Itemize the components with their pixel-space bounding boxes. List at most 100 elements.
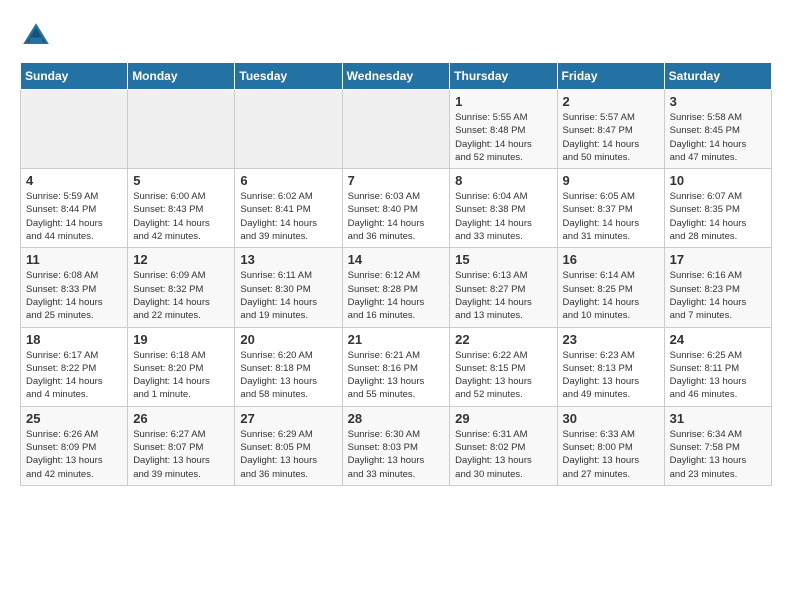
day-number: 2: [563, 94, 659, 109]
calendar-cell: 8 Sunrise: 6:04 AM Sunset: 8:38 PM Daylig…: [450, 169, 557, 248]
calendar-cell: 31Sunrise: 6:34 AM Sunset: 7:58 PM Dayli…: [664, 406, 771, 485]
day-number: 25: [26, 411, 122, 426]
day-number: 22: [455, 332, 551, 347]
calendar-cell: 11Sunrise: 6:08 AM Sunset: 8:33 PM Dayli…: [21, 248, 128, 327]
day-info: Sunrise: 6:18 AM Sunset: 8:20 PM Dayligh…: [133, 349, 229, 402]
day-number: 24: [670, 332, 766, 347]
day-number: 10: [670, 173, 766, 188]
day-number: 3: [670, 94, 766, 109]
day-info: Sunrise: 6:20 AM Sunset: 8:18 PM Dayligh…: [240, 349, 336, 402]
day-number: 17: [670, 252, 766, 267]
day-number: 28: [348, 411, 445, 426]
day-number: 9: [563, 173, 659, 188]
day-info: Sunrise: 5:58 AM Sunset: 8:45 PM Dayligh…: [670, 111, 766, 164]
weekday-header-tuesday: Tuesday: [235, 63, 342, 90]
day-number: 12: [133, 252, 229, 267]
calendar-cell: 16 Sunrise: 6:14 AM Sunset: 8:25 PM Dayli…: [557, 248, 664, 327]
day-info: Sunrise: 6:31 AM Sunset: 8:02 PM Dayligh…: [455, 428, 551, 481]
day-number: 30: [563, 411, 659, 426]
day-number: 27: [240, 411, 336, 426]
day-number: 16: [563, 252, 659, 267]
calendar-week-3: 11Sunrise: 6:08 AM Sunset: 8:33 PM Dayli…: [21, 248, 772, 327]
calendar-cell: 24 Sunrise: 6:25 AM Sunset: 8:11 PM Dayli…: [664, 327, 771, 406]
day-number: 6: [240, 173, 336, 188]
day-info: Sunrise: 6:34 AM Sunset: 7:58 PM Dayligh…: [670, 428, 766, 481]
calendar-cell: 5 Sunrise: 6:00 AM Sunset: 8:43 PM Daylig…: [128, 169, 235, 248]
day-info: Sunrise: 6:12 AM Sunset: 8:28 PM Dayligh…: [348, 269, 445, 322]
calendar-cell: 7Sunrise: 6:03 AM Sunset: 8:40 PM Daylig…: [342, 169, 450, 248]
weekday-header-wednesday: Wednesday: [342, 63, 450, 90]
day-info: Sunrise: 6:21 AM Sunset: 8:16 PM Dayligh…: [348, 349, 445, 402]
calendar-cell: 22 Sunrise: 6:22 AM Sunset: 8:15 PM Dayli…: [450, 327, 557, 406]
day-info: Sunrise: 6:16 AM Sunset: 8:23 PM Dayligh…: [670, 269, 766, 322]
calendar-week-2: 4 Sunrise: 5:59 AM Sunset: 8:44 PM Daylig…: [21, 169, 772, 248]
day-info: Sunrise: 6:11 AM Sunset: 8:30 PM Dayligh…: [240, 269, 336, 322]
weekday-header-monday: Monday: [128, 63, 235, 90]
calendar-cell: 2Sunrise: 5:57 AM Sunset: 8:47 PM Daylig…: [557, 90, 664, 169]
calendar-cell: 25 Sunrise: 6:26 AM Sunset: 8:09 PM Dayli…: [21, 406, 128, 485]
calendar-cell: 12Sunrise: 6:09 AM Sunset: 8:32 PM Dayli…: [128, 248, 235, 327]
calendar-cell: 10 Sunrise: 6:07 AM Sunset: 8:35 PM Dayli…: [664, 169, 771, 248]
day-info: Sunrise: 6:25 AM Sunset: 8:11 PM Dayligh…: [670, 349, 766, 402]
weekday-header-row: SundayMondayTuesdayWednesdayThursdayFrid…: [21, 63, 772, 90]
calendar-cell: [21, 90, 128, 169]
logo: [20, 20, 58, 52]
day-number: 8: [455, 173, 551, 188]
calendar-cell: 17 Sunrise: 6:16 AM Sunset: 8:23 PM Dayli…: [664, 248, 771, 327]
day-number: 7: [348, 173, 445, 188]
day-info: Sunrise: 5:55 AM Sunset: 8:48 PM Dayligh…: [455, 111, 551, 164]
day-number: 4: [26, 173, 122, 188]
day-info: Sunrise: 6:14 AM Sunset: 8:25 PM Dayligh…: [563, 269, 659, 322]
day-number: 29: [455, 411, 551, 426]
calendar-cell: 13 Sunrise: 6:11 AM Sunset: 8:30 PM Dayli…: [235, 248, 342, 327]
day-info: Sunrise: 6:02 AM Sunset: 8:41 PM Dayligh…: [240, 190, 336, 243]
calendar-cell: [235, 90, 342, 169]
logo-icon: [20, 20, 52, 52]
calendar-cell: 1Sunrise: 5:55 AM Sunset: 8:48 PM Daylig…: [450, 90, 557, 169]
day-number: 19: [133, 332, 229, 347]
calendar-week-5: 25 Sunrise: 6:26 AM Sunset: 8:09 PM Dayli…: [21, 406, 772, 485]
calendar-cell: 26 Sunrise: 6:27 AM Sunset: 8:07 PM Dayli…: [128, 406, 235, 485]
day-number: 23: [563, 332, 659, 347]
calendar-cell: 21Sunrise: 6:21 AM Sunset: 8:16 PM Dayli…: [342, 327, 450, 406]
day-number: 11: [26, 252, 122, 267]
calendar-cell: 6 Sunrise: 6:02 AM Sunset: 8:41 PM Daylig…: [235, 169, 342, 248]
day-info: Sunrise: 6:22 AM Sunset: 8:15 PM Dayligh…: [455, 349, 551, 402]
day-info: Sunrise: 6:17 AM Sunset: 8:22 PM Dayligh…: [26, 349, 122, 402]
calendar-cell: 29 Sunrise: 6:31 AM Sunset: 8:02 PM Dayli…: [450, 406, 557, 485]
weekday-header-saturday: Saturday: [664, 63, 771, 90]
day-number: 5: [133, 173, 229, 188]
weekday-header-friday: Friday: [557, 63, 664, 90]
day-info: Sunrise: 6:07 AM Sunset: 8:35 PM Dayligh…: [670, 190, 766, 243]
day-number: 13: [240, 252, 336, 267]
day-number: 15: [455, 252, 551, 267]
weekday-header-thursday: Thursday: [450, 63, 557, 90]
day-number: 20: [240, 332, 336, 347]
calendar-cell: 28 Sunrise: 6:30 AM Sunset: 8:03 PM Dayli…: [342, 406, 450, 485]
calendar-cell: 18 Sunrise: 6:17 AM Sunset: 8:22 PM Dayli…: [21, 327, 128, 406]
day-info: Sunrise: 6:30 AM Sunset: 8:03 PM Dayligh…: [348, 428, 445, 481]
day-info: Sunrise: 6:26 AM Sunset: 8:09 PM Dayligh…: [26, 428, 122, 481]
calendar-cell: 30 Sunrise: 6:33 AM Sunset: 8:00 PM Dayli…: [557, 406, 664, 485]
calendar-cell: 20 Sunrise: 6:20 AM Sunset: 8:18 PM Dayli…: [235, 327, 342, 406]
calendar-cell: [128, 90, 235, 169]
weekday-header-sunday: Sunday: [21, 63, 128, 90]
day-number: 26: [133, 411, 229, 426]
day-info: Sunrise: 6:04 AM Sunset: 8:38 PM Dayligh…: [455, 190, 551, 243]
day-info: Sunrise: 6:05 AM Sunset: 8:37 PM Dayligh…: [563, 190, 659, 243]
day-info: Sunrise: 6:00 AM Sunset: 8:43 PM Dayligh…: [133, 190, 229, 243]
calendar-cell: 15 Sunrise: 6:13 AM Sunset: 8:27 PM Dayli…: [450, 248, 557, 327]
day-info: Sunrise: 6:33 AM Sunset: 8:00 PM Dayligh…: [563, 428, 659, 481]
calendar-week-4: 18 Sunrise: 6:17 AM Sunset: 8:22 PM Dayli…: [21, 327, 772, 406]
day-info: Sunrise: 6:13 AM Sunset: 8:27 PM Dayligh…: [455, 269, 551, 322]
calendar-cell: [342, 90, 450, 169]
calendar-cell: 9 Sunrise: 6:05 AM Sunset: 8:37 PM Daylig…: [557, 169, 664, 248]
calendar-cell: 4 Sunrise: 5:59 AM Sunset: 8:44 PM Daylig…: [21, 169, 128, 248]
day-info: Sunrise: 6:27 AM Sunset: 8:07 PM Dayligh…: [133, 428, 229, 481]
calendar-cell: 23Sunrise: 6:23 AM Sunset: 8:13 PM Dayli…: [557, 327, 664, 406]
day-number: 18: [26, 332, 122, 347]
calendar-cell: 19 Sunrise: 6:18 AM Sunset: 8:20 PM Dayli…: [128, 327, 235, 406]
day-info: Sunrise: 5:59 AM Sunset: 8:44 PM Dayligh…: [26, 190, 122, 243]
day-info: Sunrise: 6:29 AM Sunset: 8:05 PM Dayligh…: [240, 428, 336, 481]
calendar-table: SundayMondayTuesdayWednesdayThursdayFrid…: [20, 62, 772, 486]
